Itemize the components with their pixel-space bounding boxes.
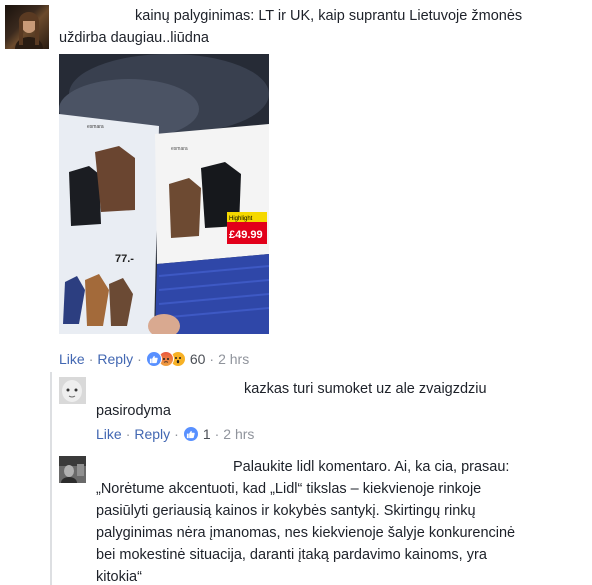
svg-text:esmara: esmara [171,146,188,152]
reaction-count: 60 [189,351,206,367]
comment-text-line: kainų palyginimas: LT ir UK, kaip supran… [135,8,523,24]
comment-text-line: uždirba daugiau..liūdna [59,30,209,46]
reply-text: kazkas turi sumoket uz ale zvaigzdziu pa… [96,378,576,422]
reply-text-line: palyginimas nėra įmanomas, nes kiekvieno… [96,525,516,541]
reactions-summary[interactable]: 60 [145,351,206,367]
child-portrait-icon [59,377,86,404]
highlight-badge-text: Highlight [229,216,253,222]
avatar-portrait-icon [15,12,43,49]
like-icon [145,351,162,367]
separator: · [214,426,220,442]
like-link[interactable]: Like [96,426,122,442]
right-price-text: £49.99 [229,229,263,241]
like-link[interactable]: Like [59,351,85,367]
left-price-text: 77.- [115,253,134,265]
timestamp[interactable]: 2 hrs [218,351,249,367]
separator: · [137,351,142,367]
reply-text: Palaukite lidl komentaro. Ai, ka cia, pr… [96,456,586,585]
reply-actions: Like · Reply · 1 · 2 hrs [96,424,254,444]
reply-link[interactable]: Reply [134,426,170,442]
comment-text: kainų palyginimas: LT ir UK, kaip supran… [59,5,579,49]
comment-photo[interactable]: esmara 77.- esmara Highlight £49.99 [59,54,269,334]
reply-text-line: kitokia“ [96,569,142,585]
reply-text-line: „Norėtume akcentuoti, kad „Lidl“ tikslas… [96,481,482,497]
reply-avatar[interactable] [59,456,86,483]
reply-text-line: pasirodyma [96,403,171,419]
reactions-summary[interactable]: 1 [182,426,211,442]
commenter-avatar[interactable] [5,5,49,49]
reply-link[interactable]: Reply [97,351,133,367]
person-portrait-icon [59,456,86,483]
reaction-count: 1 [202,426,211,442]
reply-text-line: kazkas turi sumoket uz ale zvaigzdziu [244,381,487,397]
comment-actions: Like · Reply · 60 · 2 hrs [59,349,249,369]
reply-avatar[interactable] [59,377,86,404]
svg-text:esmara: esmara [87,124,104,130]
reply-text-line: pasiūlyti geriausią kainos ir kokybės sa… [96,503,476,519]
lidl-leaflet-photo: esmara 77.- esmara Highlight £49.99 [59,54,269,334]
timestamp[interactable]: 2 hrs [223,426,254,442]
reply-text-line: bei mokestinė situacija, daranti įtaką p… [96,547,487,563]
separator: · [174,426,179,442]
like-icon [182,426,199,442]
separator: · [88,351,94,367]
reply-thread-line [50,372,52,585]
reply-text-line: Palaukite lidl komentaro. Ai, ka cia, pr… [233,459,510,475]
separator: · [125,426,131,442]
separator: · [209,351,215,367]
